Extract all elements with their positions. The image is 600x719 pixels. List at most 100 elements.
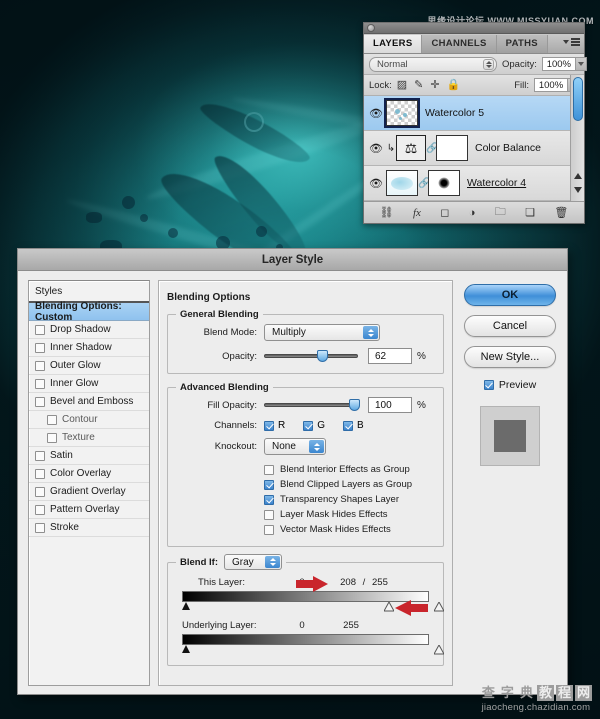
- table-row[interactable]: 👁 Watercolor 5: [364, 96, 584, 131]
- channel-r-checkbox[interactable]: [264, 420, 274, 431]
- layers-panel[interactable]: LAYERS CHANNELS PATHS Normal Opacity: 10…: [363, 22, 587, 224]
- contour-checkbox[interactable]: [47, 414, 57, 425]
- channel-g[interactable]: G: [303, 420, 325, 431]
- option-vector-mask-hides-effects[interactable]: Vector Mask Hides Effects: [176, 522, 435, 537]
- tab-paths[interactable]: PATHS: [496, 35, 548, 53]
- outer-glow-checkbox[interactable]: [35, 360, 45, 371]
- link-layers-icon[interactable]: ⛓: [380, 206, 394, 219]
- underlying-layer-stops[interactable]: [182, 645, 444, 656]
- table-row[interactable]: 👁 🔗 Watercolor 4: [364, 166, 584, 201]
- link-mask-icon[interactable]: 🔗: [426, 143, 438, 154]
- tab-layers[interactable]: LAYERS: [364, 35, 423, 53]
- inner-shadow-checkbox[interactable]: [35, 342, 45, 353]
- eye-icon[interactable]: 👁: [366, 177, 386, 190]
- option-transparency-shapes-layer[interactable]: Transparency Shapes Layer: [176, 492, 435, 507]
- this-layer-stops[interactable]: [182, 600, 444, 616]
- transparency-shapes-layer-checkbox[interactable]: [264, 494, 274, 505]
- style-item-inner-shadow[interactable]: Inner Shadow: [29, 339, 149, 357]
- style-item-satin[interactable]: Satin: [29, 447, 149, 465]
- satin-checkbox[interactable]: [35, 450, 45, 461]
- color-balance-icon[interactable]: ⚖: [396, 135, 426, 161]
- layer-name[interactable]: Watercolor 4: [467, 177, 526, 189]
- underlying-layer-slider[interactable]: [176, 634, 444, 656]
- panel-collapse-icon[interactable]: [367, 24, 375, 32]
- panel-tab-bar[interactable]: LAYERS CHANNELS PATHS: [364, 34, 584, 54]
- chevron-updown-icon[interactable]: [265, 556, 280, 568]
- panel-fill-input[interactable]: 100%: [534, 78, 568, 92]
- channel-b-checkbox[interactable]: [343, 420, 354, 431]
- style-item-gradient-overlay[interactable]: Gradient Overlay: [29, 483, 149, 501]
- delete-layer-icon[interactable]: 🗑: [554, 206, 568, 219]
- drop-shadow-checkbox[interactable]: [35, 324, 45, 335]
- styles-list[interactable]: Styles Blending Options: Custom Drop Sha…: [28, 280, 150, 686]
- layer-thumbnail[interactable]: [384, 98, 420, 128]
- new-layer-icon[interactable]: ❏: [525, 206, 535, 219]
- knockout-select[interactable]: None: [264, 438, 326, 455]
- scrollbar-thumb[interactable]: [573, 77, 583, 121]
- panel-menu-icon[interactable]: [563, 38, 580, 46]
- move-lock-icon[interactable]: ✛: [430, 79, 439, 91]
- opacity-slider[interactable]: [264, 349, 358, 363]
- scroll-up-icon[interactable]: [574, 173, 582, 179]
- chevron-updown-icon[interactable]: [309, 440, 324, 453]
- fill-opacity-slider[interactable]: [264, 398, 360, 412]
- preview-row[interactable]: Preview: [483, 379, 536, 391]
- stroke-checkbox[interactable]: [35, 522, 45, 533]
- blend-interior-effects-checkbox[interactable]: [264, 464, 274, 475]
- layer-style-dialog[interactable]: Layer Style Styles Blending Options: Cus…: [17, 248, 568, 695]
- style-item-inner-glow[interactable]: Inner Glow: [29, 375, 149, 393]
- panel-opacity-input[interactable]: 100%: [541, 57, 576, 71]
- style-item-outer-glow[interactable]: Outer Glow: [29, 357, 149, 375]
- this-layer-white-stop-right[interactable]: [434, 602, 444, 612]
- layer-mask-thumbnail[interactable]: [428, 170, 460, 196]
- chevron-updown-icon[interactable]: [483, 58, 494, 70]
- style-item-bevel-and-emboss[interactable]: Bevel and Emboss: [29, 393, 149, 411]
- cancel-button[interactable]: Cancel: [464, 315, 556, 337]
- inner-glow-checkbox[interactable]: [35, 378, 45, 389]
- vector-mask-hides-effects-checkbox[interactable]: [264, 524, 274, 535]
- link-mask-icon[interactable]: 🔗: [418, 178, 430, 189]
- preview-checkbox[interactable]: [483, 380, 494, 390]
- style-item-contour[interactable]: Contour: [29, 411, 149, 429]
- transparency-lock-icon[interactable]: ▨: [397, 79, 407, 91]
- option-layer-mask-hides-effects[interactable]: Layer Mask Hides Effects: [176, 507, 435, 522]
- opacity-slider-knob[interactable]: [317, 350, 328, 362]
- new-style-button[interactable]: New Style...: [464, 346, 556, 368]
- pattern-overlay-checkbox[interactable]: [35, 504, 45, 515]
- table-row[interactable]: 👁 ↳ ⚖ 🔗 Color Balance: [364, 131, 584, 166]
- underlying-layer-black-stop[interactable]: [182, 645, 190, 653]
- tab-channels[interactable]: CHANNELS: [422, 35, 497, 53]
- lock-row[interactable]: Lock: ▨ ✎ ✛ 🔒 Fill: 100%: [364, 75, 584, 96]
- bevel-emboss-checkbox[interactable]: [35, 396, 45, 407]
- color-overlay-checkbox[interactable]: [35, 468, 45, 479]
- layer-thumbnail[interactable]: [386, 170, 418, 196]
- style-item-blending-options[interactable]: Blending Options: Custom: [29, 301, 149, 323]
- channel-b[interactable]: B: [343, 420, 364, 431]
- fill-opacity-slider-knob[interactable]: [349, 399, 360, 411]
- eye-icon[interactable]: 👁: [366, 107, 386, 120]
- fill-opacity-input[interactable]: 100: [368, 397, 412, 413]
- style-item-texture[interactable]: Texture: [29, 429, 149, 447]
- layer-name[interactable]: Color Balance: [475, 142, 541, 154]
- underlying-layer-white-stop[interactable]: [434, 645, 444, 655]
- style-item-pattern-overlay[interactable]: Pattern Overlay: [29, 501, 149, 519]
- blend-clipped-layers-checkbox[interactable]: [264, 479, 274, 490]
- style-item-stroke[interactable]: Stroke: [29, 519, 149, 537]
- blend-if-channel-select[interactable]: Gray: [224, 554, 282, 570]
- panel-title-bar[interactable]: [364, 23, 584, 34]
- layer-blend-mode-select[interactable]: Normal: [369, 56, 497, 72]
- blend-mode-row[interactable]: Normal Opacity: 100%: [364, 54, 587, 75]
- style-item-drop-shadow[interactable]: Drop Shadow: [29, 321, 149, 339]
- new-group-icon[interactable]: 🗀: [495, 203, 506, 222]
- lock-all-icon[interactable]: 🔒: [447, 79, 461, 91]
- layer-mask-thumbnail[interactable]: [436, 135, 468, 161]
- layer-name[interactable]: Watercolor 5: [425, 107, 484, 119]
- adjustment-layer-icon[interactable]: ◑: [469, 207, 476, 219]
- option-blend-clipped-layers[interactable]: Blend Clipped Layers as Group: [176, 477, 435, 492]
- this-layer-black-stop[interactable]: [182, 602, 190, 610]
- eye-icon[interactable]: 👁: [366, 142, 386, 155]
- layers-scrollbar[interactable]: [570, 75, 584, 201]
- chevron-updown-icon[interactable]: [363, 326, 378, 339]
- layers-panel-toolbar[interactable]: ⛓ fx ◻ ◑ 🗀 ❏ 🗑: [364, 201, 584, 223]
- style-item-color-overlay[interactable]: Color Overlay: [29, 465, 149, 483]
